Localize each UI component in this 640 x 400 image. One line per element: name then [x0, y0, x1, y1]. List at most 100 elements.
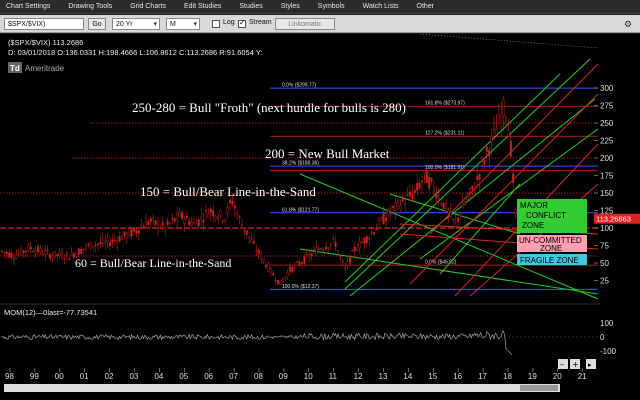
fib-label: 0.0% ($299.77): [282, 83, 317, 89]
interval-select[interactable]: M: [166, 18, 200, 30]
annotation-label: 150 = Bull/Bear Line-in-the-Sand: [140, 184, 316, 199]
candle-body: [219, 209, 222, 216]
candle-body: [368, 237, 371, 240]
time-tick-label: 98: [5, 372, 14, 381]
candle-body: [34, 250, 37, 254]
stream-checkbox[interactable]: [238, 18, 246, 28]
candle-body: [322, 249, 325, 251]
major-zone-line1: MAJOR: [520, 201, 548, 210]
candle-body: [310, 253, 313, 257]
log-checkbox[interactable]: [212, 20, 220, 28]
candle-body: [380, 217, 383, 221]
scrollbar-thumb[interactable]: [520, 385, 558, 391]
momentum-tick-100: 100: [600, 319, 614, 328]
horizontal-scrollbar[interactable]: [4, 384, 560, 392]
linkomatic-button[interactable]: Linkomatic: [275, 18, 335, 30]
candle-body: [212, 210, 215, 217]
menu-studies[interactable]: Studies: [233, 3, 274, 10]
candle-body: [265, 264, 268, 268]
candle-body: [41, 253, 44, 256]
candle-body: [483, 160, 486, 165]
candle-body: [144, 221, 147, 229]
candle-body: [61, 252, 64, 259]
time-tick-label: 12: [354, 372, 363, 381]
candle-body: [445, 202, 448, 212]
candle-body: [10, 253, 13, 258]
time-tick-label: 00: [55, 372, 64, 381]
candle-body: [457, 217, 460, 222]
candle-body: [25, 250, 28, 253]
candle-body: [46, 250, 49, 252]
candle-body: [248, 236, 251, 239]
candle-body: [108, 242, 111, 247]
time-tick-label: 04: [154, 372, 163, 381]
time-tick-label: 14: [403, 372, 412, 381]
annotation-label: 200 = New Bull Market: [265, 146, 390, 161]
candle-body: [495, 129, 498, 135]
candle-body: [53, 251, 56, 258]
symbol-input[interactable]: $SPX/$VIX): [4, 18, 84, 30]
menu-edit-studies[interactable]: Edit Studies: [178, 3, 233, 10]
candle-body: [240, 224, 243, 230]
candle-body: [325, 246, 328, 250]
candle-body: [500, 114, 503, 127]
momentum-tick-0: 0: [600, 333, 605, 342]
price-tick-label: 100: [600, 224, 614, 233]
candle-body: [200, 216, 203, 220]
time-tick-label: 99: [30, 372, 39, 381]
major-zone-line2: CONFLICT: [526, 211, 566, 220]
menu-styles[interactable]: Styles: [275, 3, 312, 10]
menu-watch-lists[interactable]: Watch Lists: [357, 3, 411, 10]
time-tick-label: 19: [528, 372, 537, 381]
candle-body: [161, 222, 164, 226]
candle-body: [68, 258, 71, 260]
menu-drawing-tools[interactable]: Drawing Tools: [62, 3, 124, 10]
candle-body: [173, 218, 176, 222]
menu-grid-charts[interactable]: Grid Charts: [124, 3, 178, 10]
candle-body: [291, 266, 294, 272]
candle-body: [267, 264, 270, 272]
fib-label: 100.0% ($181.91): [425, 165, 465, 171]
candle-body: [425, 170, 428, 184]
candle-body: [423, 169, 426, 174]
candle-body: [17, 253, 20, 255]
candle-body: [152, 217, 155, 219]
price-tick-label: 200: [600, 154, 614, 163]
candle-body: [332, 238, 335, 240]
time-tick-label: 13: [379, 372, 388, 381]
time-tick-label: 02: [105, 372, 114, 381]
menu-symbols[interactable]: Symbols: [312, 3, 357, 10]
candle-body: [505, 117, 508, 121]
price-chart-svg[interactable]: 0.0% ($299.77) 161.8% ($273.97) 127.2% ($2…: [0, 34, 640, 400]
candle-body: [27, 244, 30, 251]
candle-body: [344, 267, 347, 270]
svg-text:–: –: [560, 360, 564, 369]
chart-area[interactable]: 0.0% ($299.77) 161.8% ($273.97) 127.2% ($2…: [0, 34, 640, 400]
candle-body: [149, 218, 152, 222]
candle-body: [204, 209, 207, 212]
menu-chart-settings[interactable]: Chart Settings: [0, 3, 62, 10]
candle-body: [286, 272, 289, 277]
brand-logo: Td Ameritrade: [8, 62, 65, 73]
time-tick-label: 06: [204, 372, 213, 381]
candle-body: [63, 258, 66, 260]
price-tick-label: 175: [600, 172, 614, 181]
trend-line-green: [349, 98, 596, 297]
menu-other[interactable]: Other: [411, 3, 447, 10]
candle-body: [190, 221, 193, 226]
candle-body: [363, 237, 366, 244]
price-tick-label: 25: [600, 277, 609, 286]
go-button[interactable]: Go: [88, 18, 106, 30]
candle-body: [44, 250, 47, 256]
candle-body: [385, 217, 388, 222]
range-select[interactable]: 20 Yr: [112, 18, 160, 30]
candle-body: [349, 255, 352, 264]
time-axis: 98 99 00 01 02 03 04 05 06 07 08 09 10 11 12 13 14 15 16 17…: [5, 368, 587, 381]
log-label: Log: [223, 19, 235, 26]
gear-icon[interactable]: ⚙: [624, 19, 634, 29]
time-tick-label: 17: [478, 372, 487, 381]
annotation-label: 60 = Bull/Bear Line-in-the-Sand: [75, 256, 231, 270]
price-tag: 113.26863: [594, 213, 640, 224]
candle-body: [130, 229, 133, 237]
uncommitted-zone-line2: ZONE: [540, 244, 562, 253]
